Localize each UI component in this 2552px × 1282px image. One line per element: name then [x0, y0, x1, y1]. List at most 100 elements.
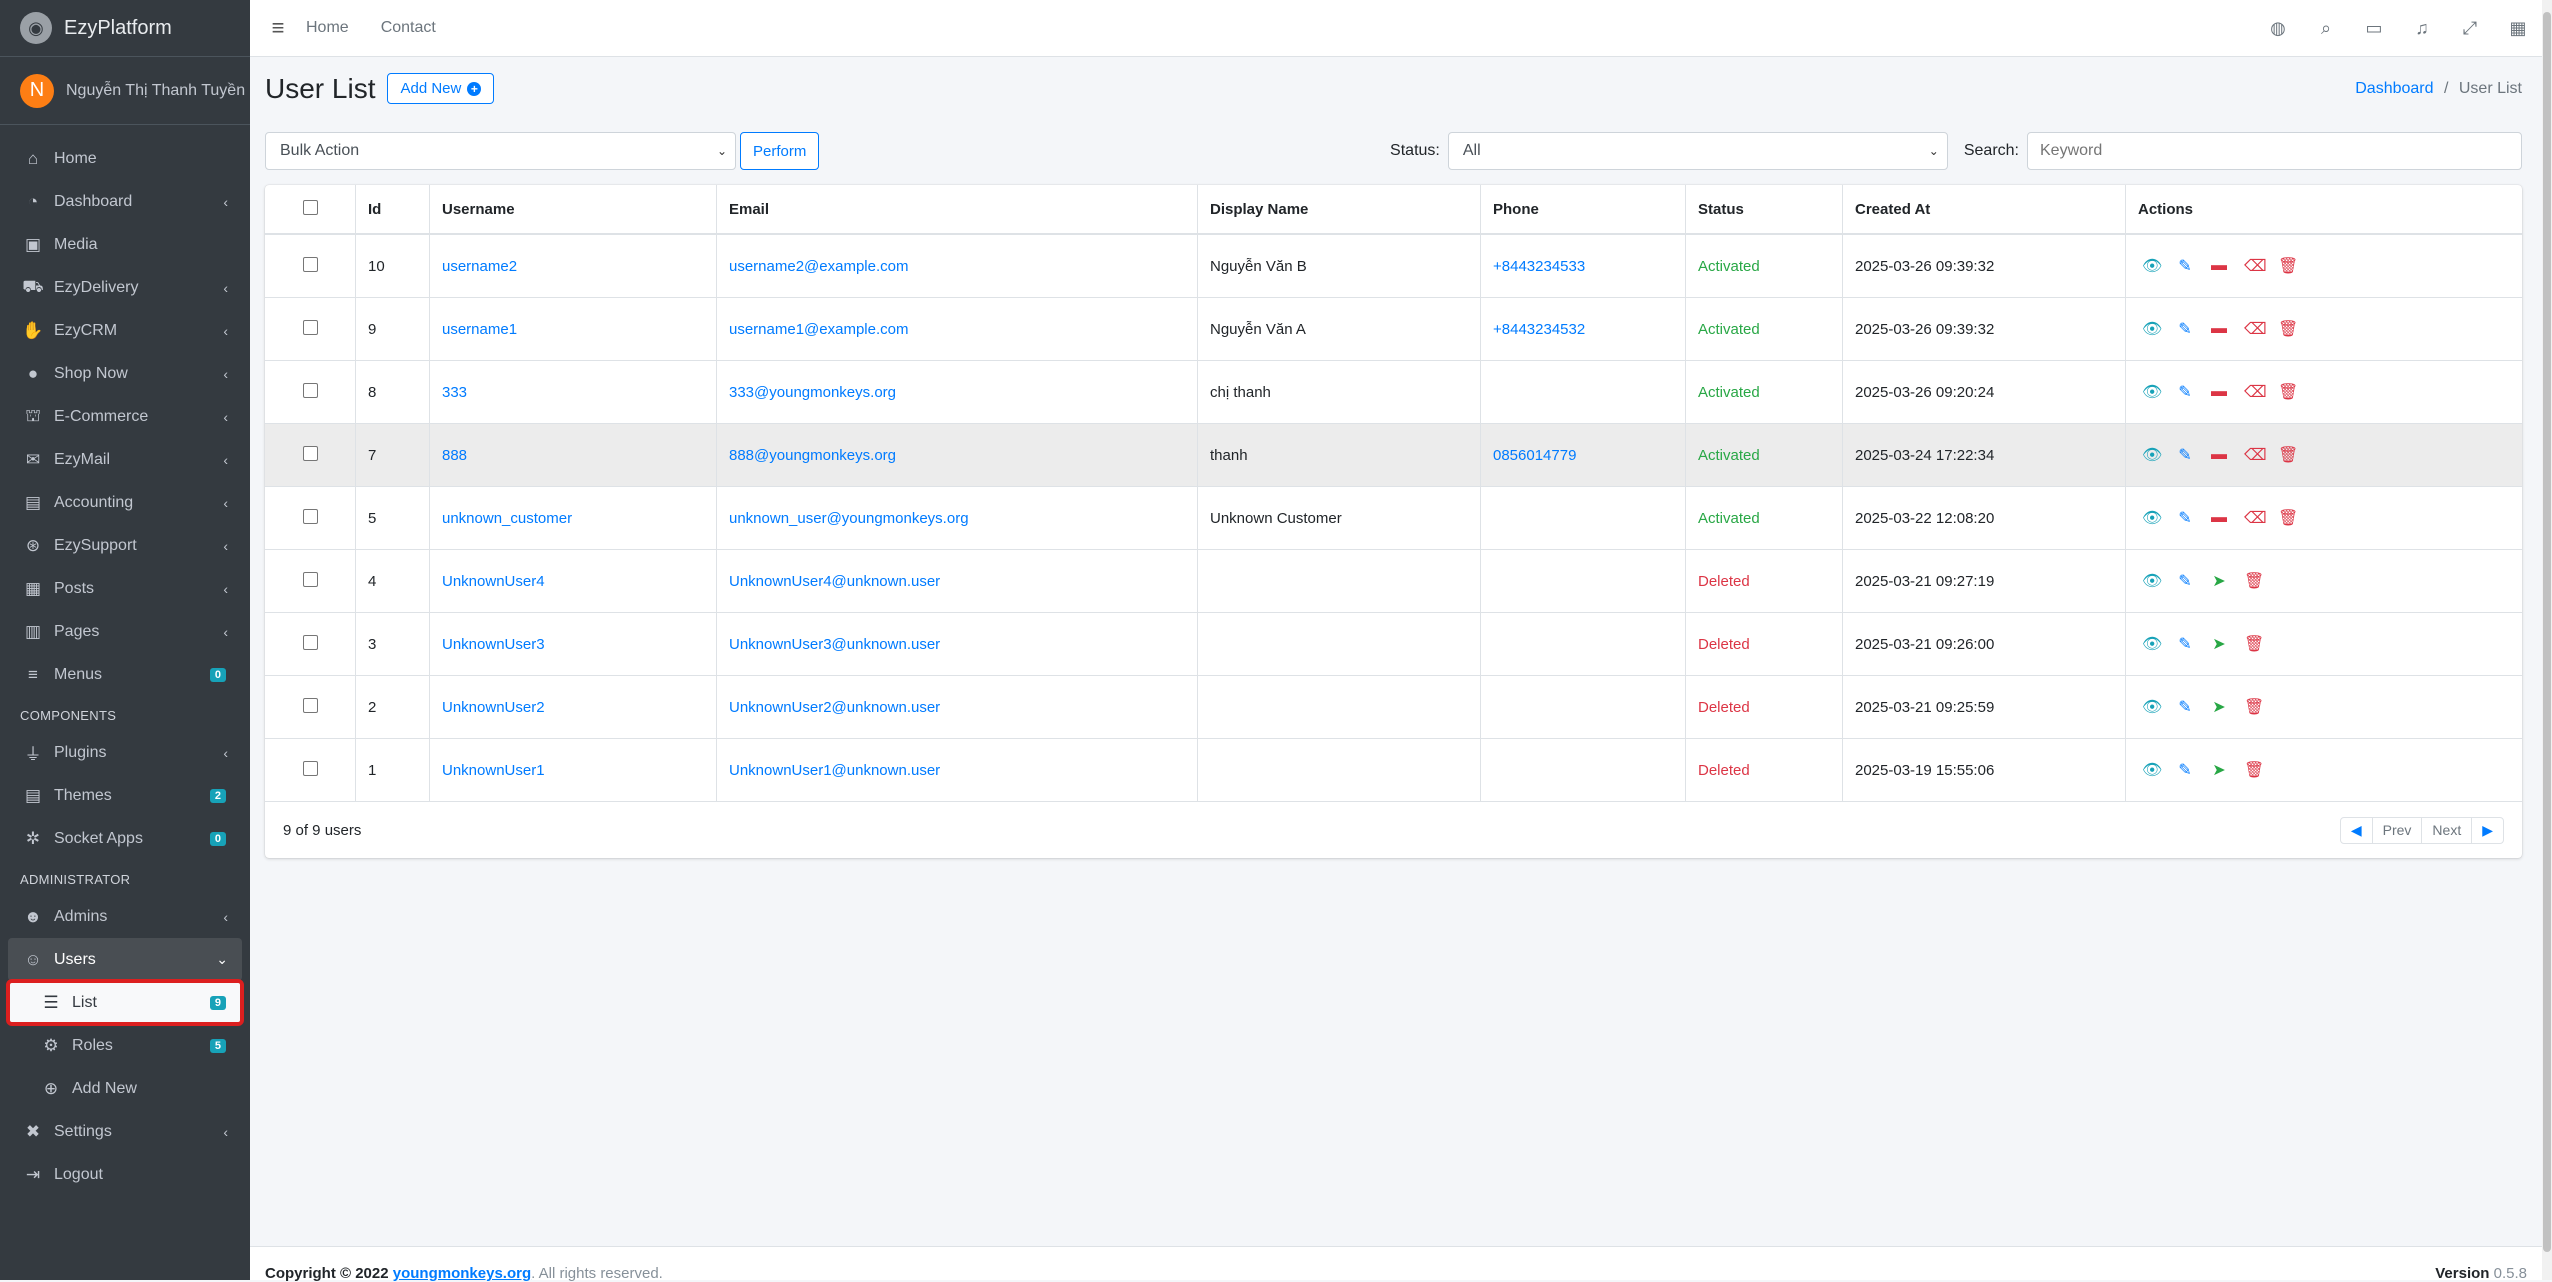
restore-icon[interactable]: ➤	[2210, 634, 2228, 654]
cell-username[interactable]: 333	[429, 360, 717, 424]
restore-icon[interactable]: ➤	[2210, 760, 2228, 780]
bell-icon[interactable]: ♫	[2398, 18, 2446, 39]
trash-icon[interactable]: 🗑	[2244, 760, 2264, 780]
sidebar-item-users-list[interactable]: ☰ List 9	[6, 979, 244, 1026]
trash-icon[interactable]: 🗑	[2278, 382, 2298, 402]
view-icon[interactable]: 👁	[2142, 382, 2162, 402]
prev-arrow-icon[interactable]: ◀	[2341, 817, 2373, 843]
sidebar-item-accounting[interactable]: ▤ Accounting ‹	[8, 481, 242, 524]
col-id[interactable]: Id	[355, 185, 430, 235]
sidebar-item-users[interactable]: ☺ Users ⌄	[8, 938, 242, 981]
archive-icon[interactable]: ▬	[2210, 257, 2228, 275]
scrollbar-thumb[interactable]	[2543, 12, 2551, 1252]
messages-icon[interactable]: ▭	[2350, 18, 2398, 39]
eraser-icon[interactable]: ⌫	[2244, 508, 2267, 528]
sidebar-item-plugins[interactable]: ⏚ Plugins ‹	[8, 731, 242, 774]
sidebar-item-ezysupport[interactable]: ⊛ EzySupport ‹	[8, 524, 242, 567]
user-name[interactable]: Nguyễn Thị Thanh Tuyền	[66, 82, 245, 100]
row-checkbox[interactable]	[302, 256, 318, 272]
view-icon[interactable]: 👁	[2142, 508, 2162, 528]
fullscreen-icon[interactable]: ⤢	[2446, 18, 2494, 39]
restore-icon[interactable]: ➤	[2210, 697, 2228, 717]
sidebar-item-dashboard[interactable]: ◔ Dashboard ‹	[8, 180, 242, 223]
cell-phone[interactable]	[1480, 360, 1686, 424]
cell-username[interactable]: UnknownUser3	[429, 612, 717, 676]
row-checkbox[interactable]	[302, 634, 318, 650]
cell-phone[interactable]	[1480, 549, 1686, 613]
cell-email[interactable]: UnknownUser4@unknown.user	[716, 549, 1198, 613]
sidebar-item-shop-now[interactable]: ● Shop Now ‹	[8, 352, 242, 395]
col-username[interactable]: Username	[429, 185, 717, 235]
trash-icon[interactable]: 🗑	[2278, 319, 2298, 339]
trash-icon[interactable]: 🗑	[2244, 697, 2264, 717]
next-arrow-icon[interactable]: ▶	[2472, 818, 2503, 843]
sidebar-item-users-add-new[interactable]: ⊕ Add New	[8, 1067, 242, 1110]
edit-icon[interactable]: ✎	[2176, 508, 2194, 528]
col-email[interactable]: Email	[716, 185, 1198, 235]
cell-phone[interactable]: 0856014779	[1480, 423, 1686, 487]
row-checkbox[interactable]	[302, 508, 318, 524]
globe-icon[interactable]: ◍	[2254, 18, 2302, 39]
select-all-checkbox[interactable]	[302, 199, 318, 215]
cell-phone[interactable]	[1480, 675, 1686, 739]
cell-username[interactable]: username1	[429, 297, 717, 361]
col-phone[interactable]: Phone	[1480, 185, 1686, 235]
sidebar-item-ezycrm[interactable]: ✋ EzyCRM ‹	[8, 309, 242, 352]
edit-icon[interactable]: ✎	[2176, 445, 2194, 465]
trash-icon[interactable]: 🗑	[2278, 445, 2298, 465]
sidebar-item-logout[interactable]: ⇥ Logout	[8, 1153, 242, 1196]
prev-button[interactable]: Prev	[2373, 817, 2423, 843]
search-icon[interactable]: ⌕	[2302, 18, 2350, 39]
nav-link-contact[interactable]: Contact	[381, 19, 436, 37]
sidebar-item-posts[interactable]: ▦ Posts ‹	[8, 567, 242, 610]
cell-phone[interactable]	[1480, 486, 1686, 550]
cell-username[interactable]: UnknownUser4	[429, 549, 717, 613]
cell-username[interactable]: UnknownUser1	[429, 738, 717, 801]
cell-email[interactable]: UnknownUser2@unknown.user	[716, 675, 1198, 739]
hamburger-icon[interactable]: ≡	[250, 15, 306, 41]
view-icon[interactable]: 👁	[2142, 445, 2162, 465]
sidebar-item-socket-apps[interactable]: ✲ Socket Apps 0	[8, 817, 242, 860]
trash-icon[interactable]: 🗑	[2244, 571, 2264, 591]
cell-username[interactable]: UnknownUser2	[429, 675, 717, 739]
archive-icon[interactable]: ▬	[2210, 383, 2228, 401]
cell-email[interactable]: 888@youngmonkeys.org	[716, 423, 1198, 487]
archive-icon[interactable]: ▬	[2210, 320, 2228, 338]
footer-link[interactable]: youngmonkeys.org	[393, 1265, 531, 1282]
view-icon[interactable]: 👁	[2142, 256, 2162, 276]
trash-icon[interactable]: 🗑	[2244, 634, 2264, 654]
cell-email[interactable]: username2@example.com	[716, 233, 1198, 298]
sidebar-item-ezymail[interactable]: ✉ EzyMail ‹	[8, 438, 242, 481]
perform-button[interactable]: Perform	[740, 132, 820, 170]
cell-email[interactable]: UnknownUser3@unknown.user	[716, 612, 1198, 676]
view-icon[interactable]: 👁	[2142, 760, 2162, 780]
cell-phone[interactable]: +8443234532	[1480, 297, 1686, 361]
search-input[interactable]	[2027, 132, 2522, 170]
sidebar-item-themes[interactable]: ▤ Themes 2	[8, 774, 242, 817]
sidebar-item-users-roles[interactable]: ⚙ Roles 5	[8, 1024, 242, 1067]
cell-email[interactable]: unknown_user@youngmonkeys.org	[716, 486, 1198, 550]
col-created-at[interactable]: Created At	[1842, 185, 2126, 235]
row-checkbox[interactable]	[302, 697, 318, 713]
edit-icon[interactable]: ✎	[2176, 319, 2194, 339]
trash-icon[interactable]: 🗑	[2278, 508, 2298, 528]
nav-link-home[interactable]: Home	[306, 19, 349, 37]
cell-username[interactable]: unknown_customer	[429, 486, 717, 550]
cell-email[interactable]: username1@example.com	[716, 297, 1198, 361]
archive-icon[interactable]: ▬	[2210, 446, 2228, 464]
edit-icon[interactable]: ✎	[2176, 571, 2194, 591]
archive-icon[interactable]: ▬	[2210, 509, 2228, 527]
sidebar-item-ecommerce[interactable]: ⛫ E-Commerce ‹	[8, 395, 242, 438]
eraser-icon[interactable]: ⌫	[2244, 256, 2267, 276]
cell-username[interactable]: username2	[429, 233, 717, 298]
add-new-button[interactable]: Add New +	[387, 73, 495, 104]
bulk-action-select[interactable]: Bulk Action ⌄	[265, 132, 736, 170]
cell-email[interactable]: UnknownUser1@unknown.user	[716, 738, 1198, 801]
edit-icon[interactable]: ✎	[2176, 697, 2194, 717]
brand[interactable]: ◉ EzyPlatform	[0, 0, 250, 57]
view-icon[interactable]: 👁	[2142, 697, 2162, 717]
sidebar-item-admins[interactable]: ☻ Admins ‹	[8, 895, 242, 938]
edit-icon[interactable]: ✎	[2176, 382, 2194, 402]
page-scrollbar[interactable]	[2542, 0, 2552, 1280]
next-button[interactable]: Next	[2422, 817, 2473, 843]
